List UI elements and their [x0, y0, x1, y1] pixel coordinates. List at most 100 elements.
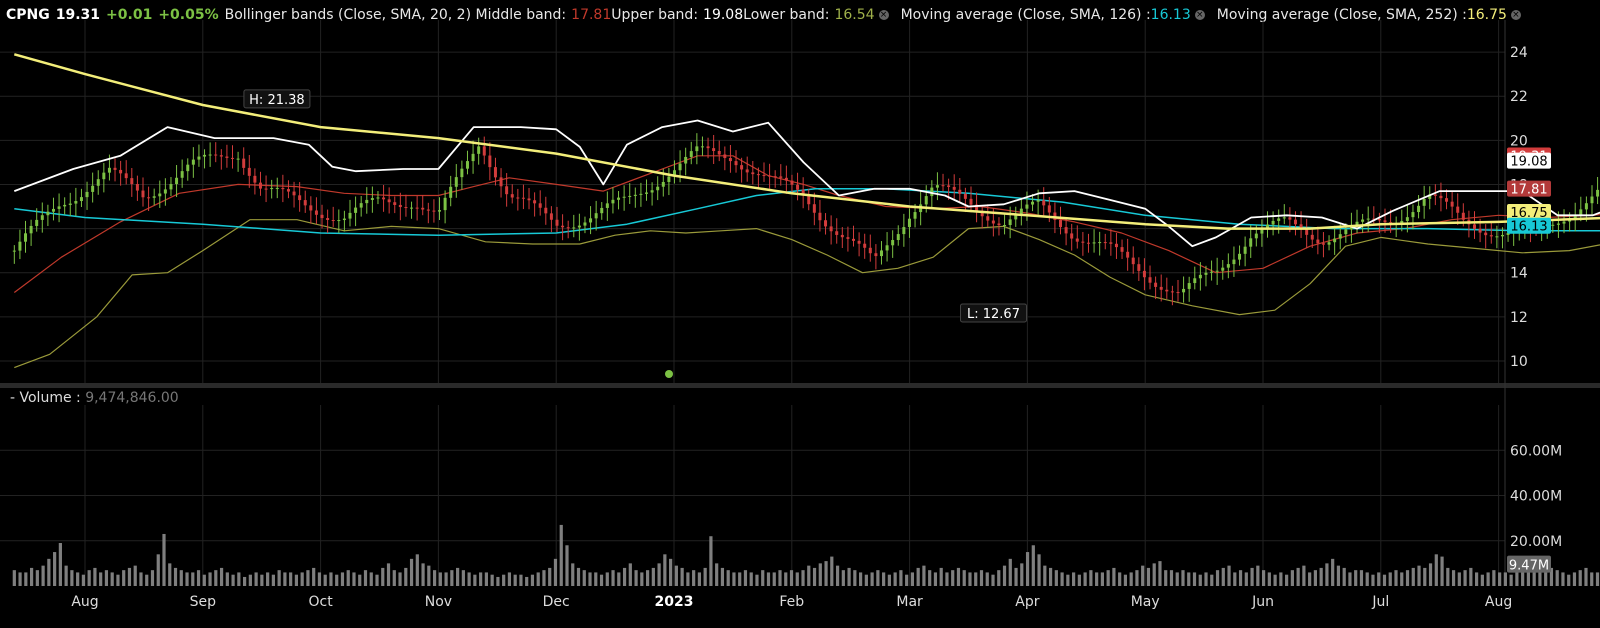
volume-bar	[358, 574, 362, 586]
volume-bar	[444, 572, 448, 586]
candle-body	[1500, 234, 1504, 237]
volume-bar	[738, 572, 742, 586]
price-tick-label: 22	[1510, 89, 1528, 105]
price-tick-label: 12	[1510, 310, 1528, 326]
candle-body	[544, 207, 548, 214]
candle-body	[1433, 194, 1437, 196]
volume-bar	[363, 570, 368, 586]
volume-bar	[1106, 570, 1110, 586]
candle-body	[382, 197, 386, 200]
volume-bar	[502, 574, 506, 586]
candle-body	[1103, 242, 1107, 244]
volume-bar	[1457, 572, 1461, 586]
candle-body	[113, 167, 117, 170]
candle-body	[1293, 219, 1297, 225]
volume-bar	[1555, 570, 1559, 586]
candle-body	[438, 210, 442, 212]
candle-body	[1321, 243, 1325, 245]
candle-body	[857, 240, 861, 244]
x-tick-label: 2023	[655, 594, 694, 610]
volume-bar	[231, 574, 235, 586]
candle-body	[549, 213, 553, 220]
candle-body	[203, 154, 207, 157]
candle-body	[1344, 229, 1348, 235]
candle-body	[1059, 219, 1063, 228]
candle-body	[896, 234, 900, 241]
x-tick-label: Jun	[1251, 594, 1274, 610]
candle-body	[1596, 189, 1600, 197]
volume-bar	[605, 572, 609, 586]
candle-body	[107, 167, 111, 173]
volume-bar	[812, 567, 817, 586]
candle-body	[342, 218, 346, 221]
volume-bar	[870, 572, 874, 586]
candle-body	[583, 222, 587, 226]
volume-bar	[1037, 554, 1041, 586]
candle-body	[930, 187, 934, 197]
volume-bar	[145, 574, 149, 586]
volume-bar	[536, 572, 540, 586]
candle-body	[68, 203, 72, 205]
candle-body	[555, 219, 559, 226]
candle-body	[1204, 272, 1208, 275]
volume-bar	[490, 574, 494, 586]
volume-bar	[116, 574, 120, 586]
volume-bar	[1469, 567, 1473, 586]
volume-bar	[254, 572, 258, 586]
candle-body	[376, 197, 380, 199]
volume-bar	[1152, 563, 1156, 586]
volume-bar	[1302, 565, 1306, 586]
volume-bar	[266, 572, 270, 586]
volume-bar	[715, 563, 719, 586]
volume-bar	[18, 572, 22, 586]
candle-body	[1036, 200, 1040, 202]
candle-body	[1042, 200, 1046, 206]
candle-body	[1120, 247, 1124, 252]
volume-bar	[306, 570, 310, 586]
volume-bar	[1463, 570, 1467, 586]
volume-bar	[24, 572, 28, 586]
volume-bar	[628, 563, 632, 586]
candle-body	[1361, 219, 1365, 222]
volume-bar	[507, 572, 512, 586]
volume-bar	[1014, 567, 1018, 586]
candle-body	[197, 156, 201, 160]
candle-body	[751, 172, 755, 175]
volume-bar	[427, 565, 431, 586]
candle-body	[790, 180, 794, 185]
volume-bar	[853, 570, 857, 586]
candle-body	[863, 243, 867, 248]
volume-bar	[525, 576, 529, 586]
candle-body	[1165, 289, 1169, 292]
volume-bar	[202, 574, 206, 586]
candle-body	[1148, 277, 1152, 283]
price-volume-chart[interactable]: H: 21.38L: 12.67101214161820222419.3119.…	[0, 0, 1600, 628]
volume-bar	[1118, 572, 1122, 586]
volume-bar	[1256, 565, 1260, 586]
candle-body	[773, 176, 777, 178]
volume-bar	[1129, 572, 1133, 586]
price-tag: 17.81	[1507, 180, 1551, 198]
candle-body	[1411, 212, 1415, 218]
volume-bar	[12, 570, 16, 586]
candle-body	[768, 175, 772, 177]
candle-body	[1310, 234, 1314, 240]
candle-body	[247, 167, 251, 176]
volume-bar	[697, 572, 702, 586]
candle-body	[1238, 253, 1242, 260]
candle-body	[868, 247, 872, 254]
candle-body	[874, 253, 878, 257]
candle-body	[1461, 212, 1465, 220]
volume-bar	[905, 574, 909, 586]
candle-body	[589, 218, 593, 223]
volume-bar	[1181, 570, 1185, 586]
volume-bar	[974, 572, 978, 586]
candle-body	[354, 207, 358, 213]
volume-bar	[133, 565, 137, 586]
candle-body	[415, 207, 419, 209]
candle-body	[303, 200, 307, 206]
candle-body	[958, 189, 962, 194]
volume-bar	[1198, 574, 1202, 586]
volume-bar	[1146, 567, 1151, 586]
volume-bar	[847, 567, 851, 586]
